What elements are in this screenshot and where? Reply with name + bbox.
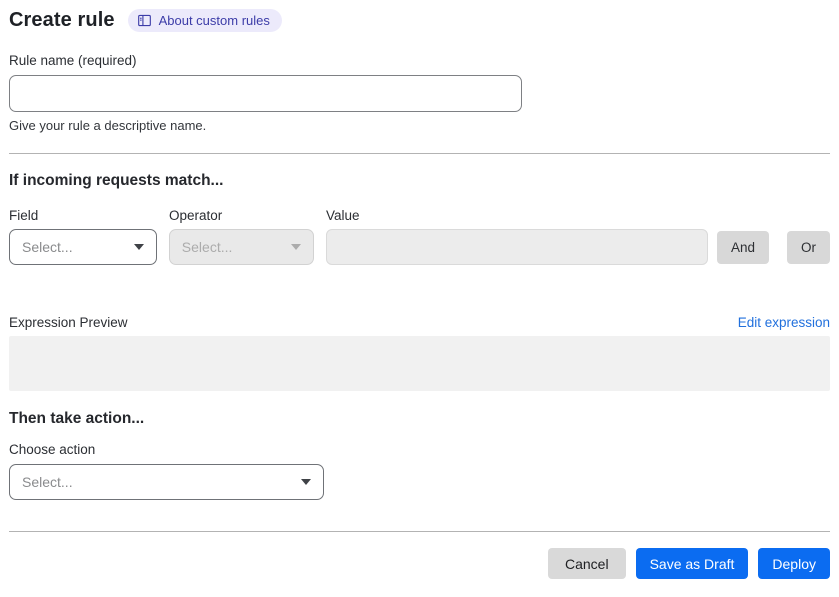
caret-down-icon <box>301 479 311 485</box>
cancel-button[interactable]: Cancel <box>547 548 626 579</box>
divider <box>9 153 830 154</box>
expression-preview-label: Expression Preview <box>9 315 128 330</box>
field-label: Field <box>9 208 39 223</box>
about-custom-rules-link[interactable]: About custom rules <box>127 9 282 32</box>
choose-action-select-value: Select... <box>22 474 73 490</box>
choose-action-select[interactable]: Select... <box>9 464 324 500</box>
about-badge-label: About custom rules <box>158 13 270 28</box>
caret-down-icon <box>290 244 301 250</box>
operator-label: Operator <box>169 208 223 223</box>
and-button[interactable]: And <box>716 230 770 264</box>
save-as-draft-button[interactable]: Save as Draft <box>635 548 749 579</box>
rule-name-section: Rule name (required) Give your rule a de… <box>9 52 830 133</box>
or-button[interactable]: Or <box>787 230 831 264</box>
create-rule-page: Create rule About custom rules Rule name… <box>0 0 839 597</box>
deploy-button[interactable]: Deploy <box>758 548 830 579</box>
choose-action-label: Choose action <box>9 442 96 457</box>
expression-preview-row: Expression Preview Edit expression <box>9 315 830 330</box>
footer-actions: Cancel Save as Draft Deploy <box>9 548 830 579</box>
page-title: Create rule <box>9 9 115 31</box>
rule-name-label: Rule name (required) <box>9 53 137 68</box>
field-select[interactable]: Select... <box>9 229 157 265</box>
match-controls-row: Select... Select... And Or <box>9 229 831 265</box>
field-select-value: Select... <box>22 239 73 255</box>
action-section-heading: Then take action... <box>9 410 145 427</box>
match-labels-row: Field Operator Value <box>9 208 830 223</box>
match-section-heading: If incoming requests match... <box>9 172 224 189</box>
rule-name-help-text: Give your rule a descriptive name. <box>9 118 207 133</box>
expression-preview-box <box>9 336 830 391</box>
operator-select-value: Select... <box>181 239 233 255</box>
caret-down-icon <box>133 244 144 250</box>
value-input <box>325 229 708 265</box>
value-label: Value <box>326 208 360 223</box>
rule-name-input[interactable] <box>9 75 522 112</box>
edit-expression-link[interactable]: Edit expression <box>738 315 830 330</box>
page-header: Create rule About custom rules <box>9 9 830 32</box>
divider <box>9 531 830 532</box>
book-icon <box>137 13 152 28</box>
operator-select: Select... <box>168 229 314 265</box>
